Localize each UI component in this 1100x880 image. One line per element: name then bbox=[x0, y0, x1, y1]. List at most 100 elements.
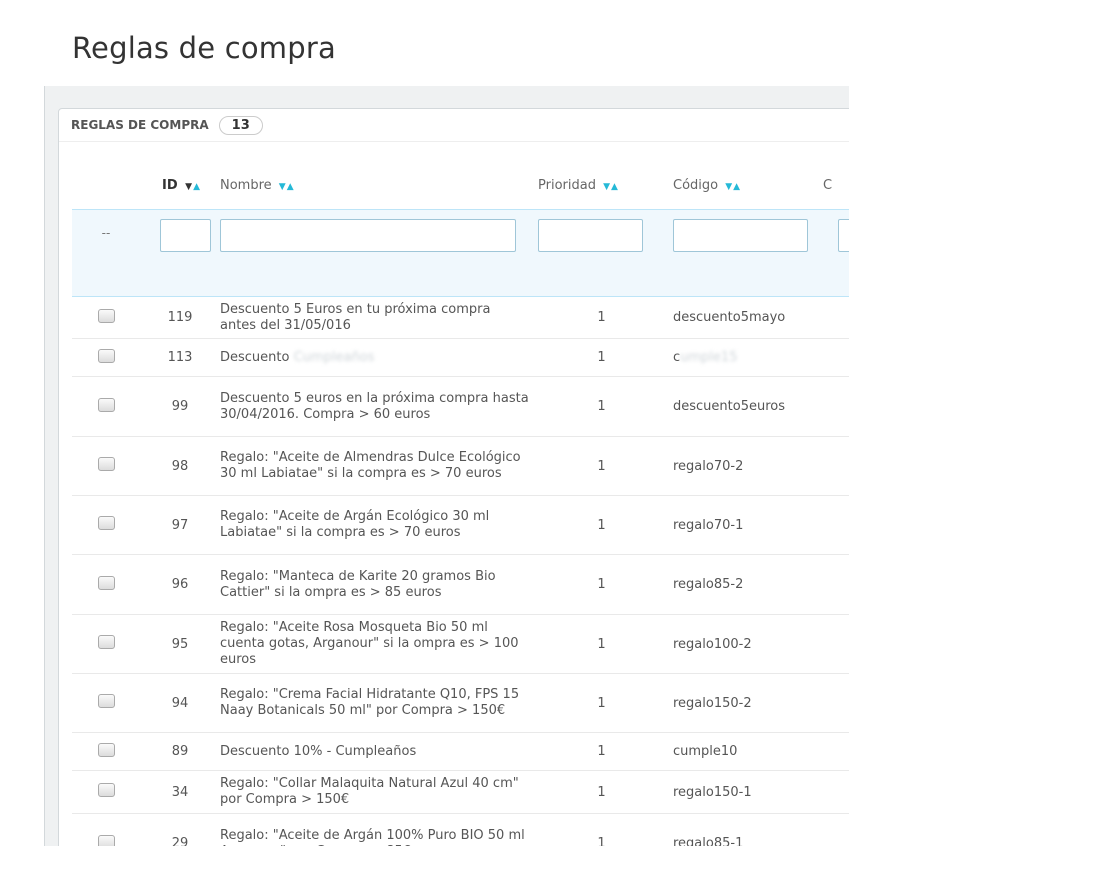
cell-priority: 1 bbox=[538, 770, 665, 814]
cell-code: regalo85-2 bbox=[665, 554, 823, 615]
cell-name: Regalo: "Manteca de Karite 20 gramos Bio… bbox=[220, 554, 538, 615]
row-checkbox[interactable] bbox=[97, 348, 115, 363]
filter-priority-input[interactable] bbox=[538, 219, 643, 252]
column-label-next: C bbox=[823, 177, 833, 193]
rules-count-badge: 13 bbox=[218, 115, 263, 135]
cell-id: 99 bbox=[140, 376, 220, 437]
table-header-row: ID ▼▲ Nombre ▼▲ Prioridad ▼▲ Código ▼▲ C bbox=[72, 161, 849, 210]
redacted-text: Cumpleaños bbox=[293, 349, 375, 365]
sort-desc-icon[interactable]: ▼ bbox=[279, 182, 287, 192]
row-checkbox[interactable] bbox=[97, 516, 115, 530]
cell-code: descuento5mayo bbox=[665, 296, 823, 339]
sort-control-priority: ▼▲ bbox=[603, 182, 619, 192]
column-label-priority: Prioridad bbox=[538, 177, 596, 193]
cell-code: regalo85-1 bbox=[665, 813, 823, 846]
cell-code: regalo150-1 bbox=[665, 770, 823, 814]
cell-name: Regalo: "Aceite de Argán 100% Puro BIO 5… bbox=[220, 813, 538, 846]
table-row[interactable]: 98 Regalo: "Aceite de Almendras Dulce Ec… bbox=[72, 436, 849, 496]
cell-code: regalo70-1 bbox=[665, 495, 823, 555]
row-checkbox[interactable] bbox=[97, 694, 115, 708]
row-checkbox[interactable] bbox=[97, 742, 115, 757]
table-row[interactable]: 97 Regalo: "Aceite de Argán Ecológico 30… bbox=[72, 495, 849, 555]
cell-code: descuento5euros bbox=[665, 376, 823, 437]
filter-code-input[interactable] bbox=[673, 219, 808, 252]
cell-name: Regalo: "Aceite Rosa Mosqueta Bio 50 ml … bbox=[220, 614, 538, 674]
cell-code: regalo150-2 bbox=[665, 673, 823, 733]
sort-desc-icon[interactable]: ▼ bbox=[603, 182, 611, 192]
cell-name: Regalo: "Collar Malaquita Natural Azul 4… bbox=[220, 770, 538, 814]
cell-id: 89 bbox=[140, 732, 220, 771]
row-checkbox[interactable] bbox=[97, 308, 115, 323]
cell-name: Regalo: "Aceite de Argán Ecológico 30 ml… bbox=[220, 495, 538, 555]
row-checkbox[interactable] bbox=[97, 397, 115, 412]
row-checkbox[interactable] bbox=[97, 834, 115, 846]
cell-id: 94 bbox=[140, 673, 220, 733]
sort-control-code: ▼▲ bbox=[725, 182, 741, 192]
cart-rules-panel: REGLAS DE COMPRA 13 ID ▼▲ Nombre ▼▲ Prio… bbox=[58, 108, 849, 846]
cell-priority: 1 bbox=[538, 732, 665, 771]
table-row[interactable]: 119 Descuento 5 Euros en tu próxima comp… bbox=[72, 296, 849, 339]
table-row[interactable]: 89 Descuento 10% - Cumpleaños 1 cumple10 bbox=[72, 732, 849, 771]
table-row[interactable]: 113 Descuento Cumpleaños 1 cumple15 bbox=[72, 338, 849, 377]
cell-code: regalo100-2 bbox=[665, 614, 823, 674]
cell-name: Regalo: "Aceite de Almendras Dulce Ecoló… bbox=[220, 436, 538, 496]
sort-asc-icon[interactable]: ▲ bbox=[733, 182, 741, 192]
cart-rules-table: ID ▼▲ Nombre ▼▲ Prioridad ▼▲ Código ▼▲ C… bbox=[72, 161, 849, 846]
column-header-id: ID ▼▲ bbox=[140, 161, 220, 210]
column-header-name: Nombre ▼▲ bbox=[220, 161, 538, 210]
row-checkbox[interactable] bbox=[97, 635, 115, 649]
row-checkbox[interactable] bbox=[97, 575, 115, 590]
table-row[interactable]: 96 Regalo: "Manteca de Karite 20 gramos … bbox=[72, 554, 849, 615]
filter-id-input[interactable] bbox=[160, 219, 211, 252]
content-area: REGLAS DE COMPRA 13 ID ▼▲ Nombre ▼▲ Prio… bbox=[44, 86, 849, 846]
column-label-name: Nombre bbox=[220, 177, 272, 193]
filter-next-input[interactable] bbox=[838, 219, 849, 252]
cell-priority: 1 bbox=[538, 495, 665, 555]
sort-desc-icon[interactable]: ▼ bbox=[185, 182, 193, 192]
table-row[interactable]: 94 Regalo: "Crema Facial Hidratante Q10,… bbox=[72, 673, 849, 733]
cell-id: 98 bbox=[140, 436, 220, 496]
cell-id: 119 bbox=[140, 296, 220, 339]
cell-priority: 1 bbox=[538, 296, 665, 339]
cell-priority: 1 bbox=[538, 673, 665, 733]
cell-priority: 1 bbox=[538, 376, 665, 437]
sort-asc-icon[interactable]: ▲ bbox=[287, 182, 295, 192]
cell-id: 95 bbox=[140, 614, 220, 674]
cell-id: 113 bbox=[140, 338, 220, 377]
sort-desc-icon[interactable]: ▼ bbox=[725, 182, 733, 192]
cell-name: Descuento 5 euros en la próxima compra h… bbox=[220, 376, 538, 437]
column-header-priority: Prioridad ▼▲ bbox=[538, 161, 665, 210]
cell-name: Descuento 5 Euros en tu próxima compra a… bbox=[220, 296, 538, 339]
table-row[interactable]: 34 Regalo: "Collar Malaquita Natural Azu… bbox=[72, 770, 849, 814]
row-checkbox[interactable] bbox=[97, 457, 115, 471]
cell-code: regalo70-2 bbox=[665, 436, 823, 496]
table-row[interactable]: 99 Descuento 5 euros en la próxima compr… bbox=[72, 376, 849, 437]
filter-placeholder: -- bbox=[101, 226, 111, 240]
panel-heading: REGLAS DE COMPRA 13 bbox=[59, 109, 849, 142]
panel-heading-label: REGLAS DE COMPRA bbox=[71, 118, 209, 132]
sort-control-id: ▼▲ bbox=[185, 182, 201, 192]
cell-code: cumple10 bbox=[665, 732, 823, 771]
cell-priority: 1 bbox=[538, 614, 665, 674]
cell-priority: 1 bbox=[538, 338, 665, 377]
cell-priority: 1 bbox=[538, 436, 665, 496]
column-label-code: Código bbox=[673, 177, 719, 193]
cell-priority: 1 bbox=[538, 813, 665, 846]
column-header-code: Código ▼▲ bbox=[665, 161, 823, 210]
cell-name-text: Descuento bbox=[220, 349, 290, 365]
cell-id: 29 bbox=[140, 813, 220, 846]
table-row[interactable]: 29 Regalo: "Aceite de Argán 100% Puro BI… bbox=[72, 813, 849, 846]
column-header-next: C bbox=[823, 161, 849, 210]
filter-row: -- bbox=[72, 209, 849, 297]
sort-asc-icon[interactable]: ▲ bbox=[193, 182, 201, 192]
page-title: Reglas de compra bbox=[72, 31, 336, 66]
sort-asc-icon[interactable]: ▲ bbox=[611, 182, 619, 192]
filter-name-input[interactable] bbox=[220, 219, 516, 252]
header-select bbox=[72, 161, 140, 210]
table-row[interactable]: 95 Regalo: "Aceite Rosa Mosqueta Bio 50 … bbox=[72, 614, 849, 674]
table-body: 119 Descuento 5 Euros en tu próxima comp… bbox=[72, 296, 849, 846]
row-checkbox[interactable] bbox=[97, 783, 115, 797]
cell-id: 97 bbox=[140, 495, 220, 555]
cell-id: 96 bbox=[140, 554, 220, 615]
cell-id: 34 bbox=[140, 770, 220, 814]
